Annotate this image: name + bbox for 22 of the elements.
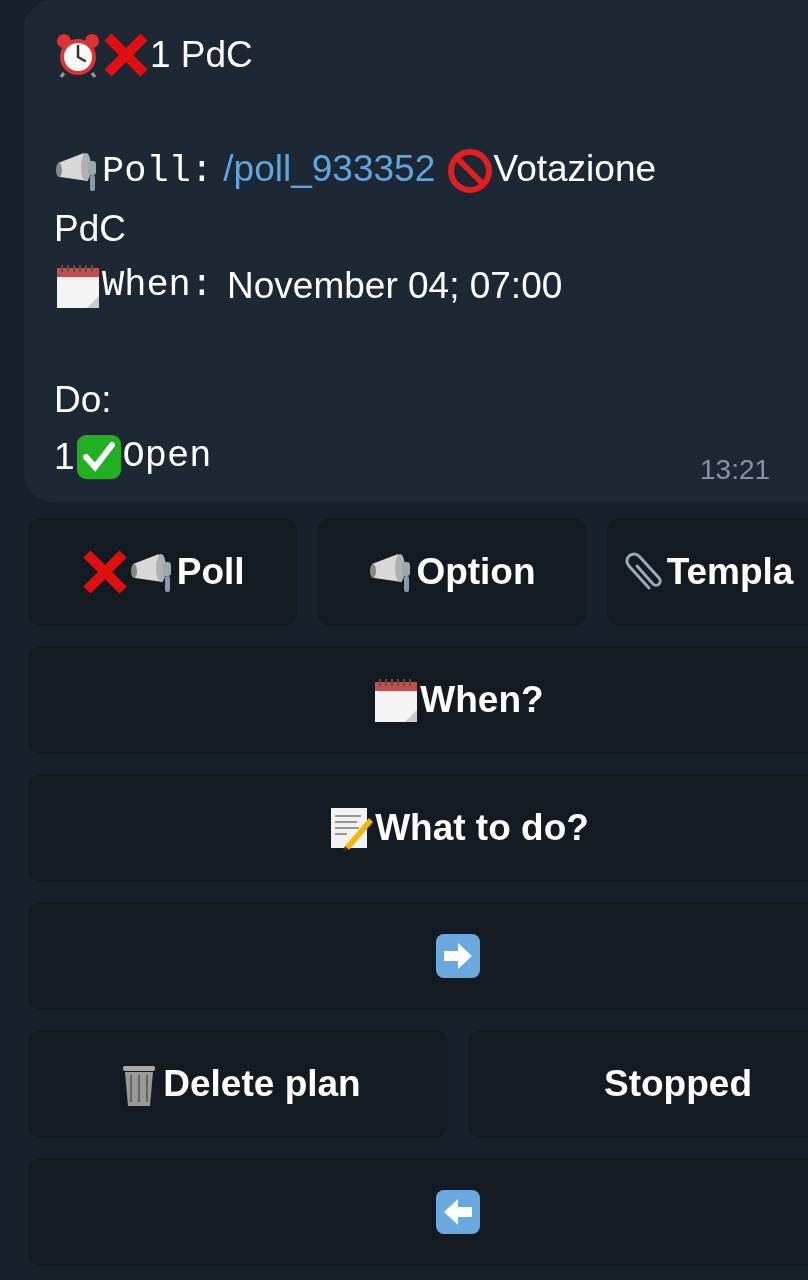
poll-link[interactable]: /poll_933352 [223,148,436,189]
message-heading: 1 PdC [150,33,253,77]
keyboard-button[interactable]: When? [28,646,808,754]
when-value: November 04; 07:00 [227,264,563,308]
do-label: Do: [54,378,113,422]
cross-icon [102,30,150,79]
do-text: Open [122,434,212,479]
keyboard-button[interactable]: What to do? [28,774,808,882]
check-icon [74,432,123,481]
keyboard-button[interactable]: Poll [28,518,298,626]
keyboard-button[interactable]: Option [317,518,587,626]
keyboard-button[interactable]: Templa [606,518,808,626]
do-number: 1 [54,435,75,479]
cross-icon [80,548,129,596]
message-time: 13:21 [700,453,771,487]
keyboard-button[interactable] [28,902,808,1010]
poll-line: Poll: /poll_933352 Votazione PdC [54,146,658,251]
keyboard-button[interactable] [28,1158,808,1266]
when-label: When: [102,263,214,308]
prohibited-icon [445,147,494,196]
keyboard-button[interactable]: Delete plan [28,1030,448,1138]
keyboard-button[interactable]: Stopped [468,1030,808,1138]
